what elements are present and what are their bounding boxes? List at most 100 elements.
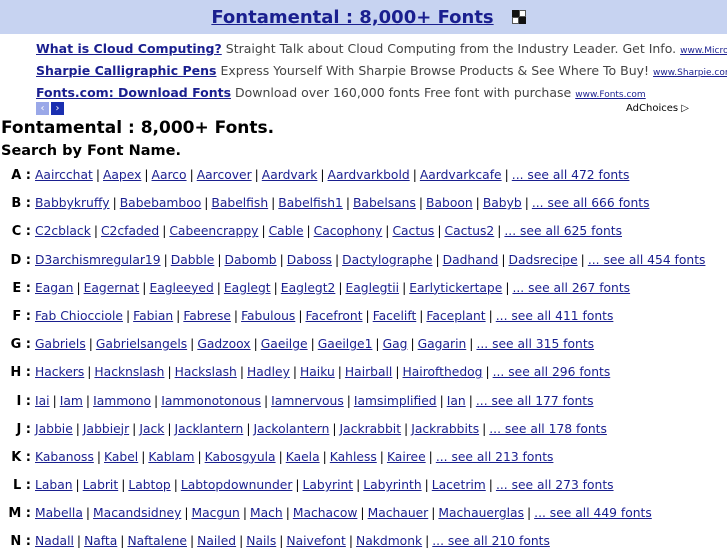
site-title-link[interactable]: Fontamental : 8,000+ Fonts xyxy=(211,7,493,28)
font-link[interactable]: Eaglegt2 xyxy=(281,281,336,295)
font-link[interactable]: Aarco xyxy=(152,168,187,182)
font-link[interactable]: Hairofthedog xyxy=(403,365,483,379)
font-link[interactable]: Babelfish1 xyxy=(278,196,343,210)
font-link[interactable]: Jacklantern xyxy=(175,422,244,436)
font-link[interactable]: D3archismregular19 xyxy=(35,253,161,267)
font-link[interactable]: Iamnervous xyxy=(271,394,344,408)
font-link[interactable]: Gaeilge xyxy=(261,337,308,351)
font-link[interactable]: Facefront xyxy=(305,309,362,323)
font-link[interactable]: Kaela xyxy=(286,450,320,464)
see-all-link[interactable]: ... see all 273 fonts xyxy=(496,478,614,492)
font-link[interactable]: C2cblack xyxy=(35,224,91,238)
see-all-link[interactable]: ... see all 296 fonts xyxy=(493,365,611,379)
font-link[interactable]: Iammono xyxy=(93,394,151,408)
font-link[interactable]: Aapex xyxy=(103,168,141,182)
font-link[interactable]: Machauer xyxy=(368,506,429,520)
font-link[interactable]: Iai xyxy=(35,394,50,408)
ad-prev-button[interactable]: ‹ xyxy=(36,102,49,115)
font-link[interactable]: Laban xyxy=(35,478,73,492)
see-all-link[interactable]: ... see all 210 fonts xyxy=(432,534,550,548)
font-link[interactable]: Cacophony xyxy=(314,224,383,238)
font-link[interactable]: Eaglegtii xyxy=(346,281,400,295)
font-link[interactable]: C2cfaded xyxy=(101,224,159,238)
font-link[interactable]: Fabian xyxy=(133,309,173,323)
font-link[interactable]: Cactus2 xyxy=(445,224,495,238)
font-link[interactable]: Nailed xyxy=(197,534,236,548)
font-link[interactable]: Hackslash xyxy=(175,365,237,379)
font-link[interactable]: Eagan xyxy=(35,281,73,295)
font-link[interactable]: Iammonotonous xyxy=(161,394,261,408)
font-link[interactable]: Nafta xyxy=(84,534,117,548)
font-link[interactable]: Kabosgyula xyxy=(205,450,276,464)
font-link[interactable]: Daboss xyxy=(287,253,332,267)
font-link[interactable]: Fab Chiocciole xyxy=(35,309,123,323)
font-link[interactable]: Kairee xyxy=(387,450,426,464)
font-link[interactable]: Jackrabbits xyxy=(411,422,479,436)
font-link[interactable]: Labrit xyxy=(83,478,119,492)
font-link[interactable]: Gabriels xyxy=(35,337,86,351)
font-link[interactable]: Hairball xyxy=(345,365,392,379)
font-link[interactable]: Machauerglas xyxy=(438,506,524,520)
font-link[interactable]: Dactylographe xyxy=(342,253,432,267)
ad-title-link[interactable]: Fonts.com: Download Fonts xyxy=(36,85,231,100)
see-all-link[interactable]: ... see all 411 fonts xyxy=(496,309,614,323)
font-link[interactable]: Mabella xyxy=(35,506,83,520)
font-link[interactable]: Gagarin xyxy=(418,337,467,351)
font-link[interactable]: Baboon xyxy=(426,196,473,210)
font-link[interactable]: Iam xyxy=(60,394,83,408)
font-link[interactable]: Machacow xyxy=(293,506,358,520)
see-all-link[interactable]: ... see all 213 fonts xyxy=(436,450,554,464)
see-all-link[interactable]: ... see all 666 fonts xyxy=(532,196,650,210)
font-link[interactable]: Kabanoss xyxy=(35,450,94,464)
font-link[interactable]: Nails xyxy=(246,534,276,548)
font-link[interactable]: Jackrabbit xyxy=(340,422,402,436)
font-link[interactable]: Dabble xyxy=(171,253,215,267)
font-link[interactable]: Eagleeyed xyxy=(149,281,213,295)
see-all-link[interactable]: ... see all 454 fonts xyxy=(588,253,706,267)
font-link[interactable]: Faceplant xyxy=(426,309,485,323)
font-link[interactable]: Lacetrim xyxy=(432,478,486,492)
font-link[interactable]: Gabrielsangels xyxy=(96,337,187,351)
font-link[interactable]: Labyrinth xyxy=(363,478,421,492)
see-all-link[interactable]: ... see all 472 fonts xyxy=(512,168,630,182)
font-link[interactable]: Aardvarkbold xyxy=(328,168,410,182)
ad-url-link[interactable]: www.Microso xyxy=(680,46,727,56)
ad-url-link[interactable]: www.Fonts.com xyxy=(575,90,645,100)
font-link[interactable]: Nakdmonk xyxy=(356,534,422,548)
font-link[interactable]: Babelsans xyxy=(353,196,416,210)
font-link[interactable]: Babelfish xyxy=(211,196,268,210)
font-link[interactable]: Babbykruffy xyxy=(35,196,110,210)
font-link[interactable]: Jabbiejr xyxy=(83,422,129,436)
font-link[interactable]: Kablam xyxy=(148,450,194,464)
font-link[interactable]: Naftalene xyxy=(127,534,187,548)
font-link[interactable]: Hadley xyxy=(247,365,290,379)
font-link[interactable]: Fabrese xyxy=(183,309,231,323)
font-link[interactable]: Ian xyxy=(447,394,466,408)
font-link[interactable]: Aaircchat xyxy=(35,168,93,182)
font-link[interactable]: Nadall xyxy=(35,534,74,548)
font-link[interactable]: Gadzoox xyxy=(197,337,250,351)
font-link[interactable]: Kabel xyxy=(104,450,138,464)
font-link[interactable]: Kahless xyxy=(330,450,377,464)
font-link[interactable]: Dabomb xyxy=(225,253,277,267)
see-all-link[interactable]: ... see all 267 fonts xyxy=(512,281,630,295)
font-link[interactable]: Labyrint xyxy=(303,478,354,492)
font-link[interactable]: Haiku xyxy=(300,365,335,379)
font-link[interactable]: Aardvark xyxy=(262,168,318,182)
see-all-link[interactable]: ... see all 315 fonts xyxy=(476,337,594,351)
font-link[interactable]: Cabeencrappy xyxy=(169,224,258,238)
font-link[interactable]: Gag xyxy=(383,337,408,351)
font-link[interactable]: Aarcover xyxy=(197,168,252,182)
font-link[interactable]: Naivefont xyxy=(286,534,345,548)
font-link[interactable]: Dadsrecipe xyxy=(509,253,578,267)
font-link[interactable]: Hacknslash xyxy=(94,365,164,379)
adchoices-link[interactable]: AdChoices ▷ xyxy=(626,103,689,114)
font-link[interactable]: Eaglegt xyxy=(224,281,271,295)
font-link[interactable]: Iamsimplified xyxy=(354,394,437,408)
ad-url-link[interactable]: www.Sharpie.com xyxy=(653,68,727,78)
font-link[interactable]: Babyb xyxy=(483,196,522,210)
font-link[interactable]: Fabulous xyxy=(241,309,295,323)
font-link[interactable]: Mach xyxy=(250,506,283,520)
see-all-link[interactable]: ... see all 449 fonts xyxy=(534,506,652,520)
font-link[interactable]: Macandsidney xyxy=(93,506,181,520)
